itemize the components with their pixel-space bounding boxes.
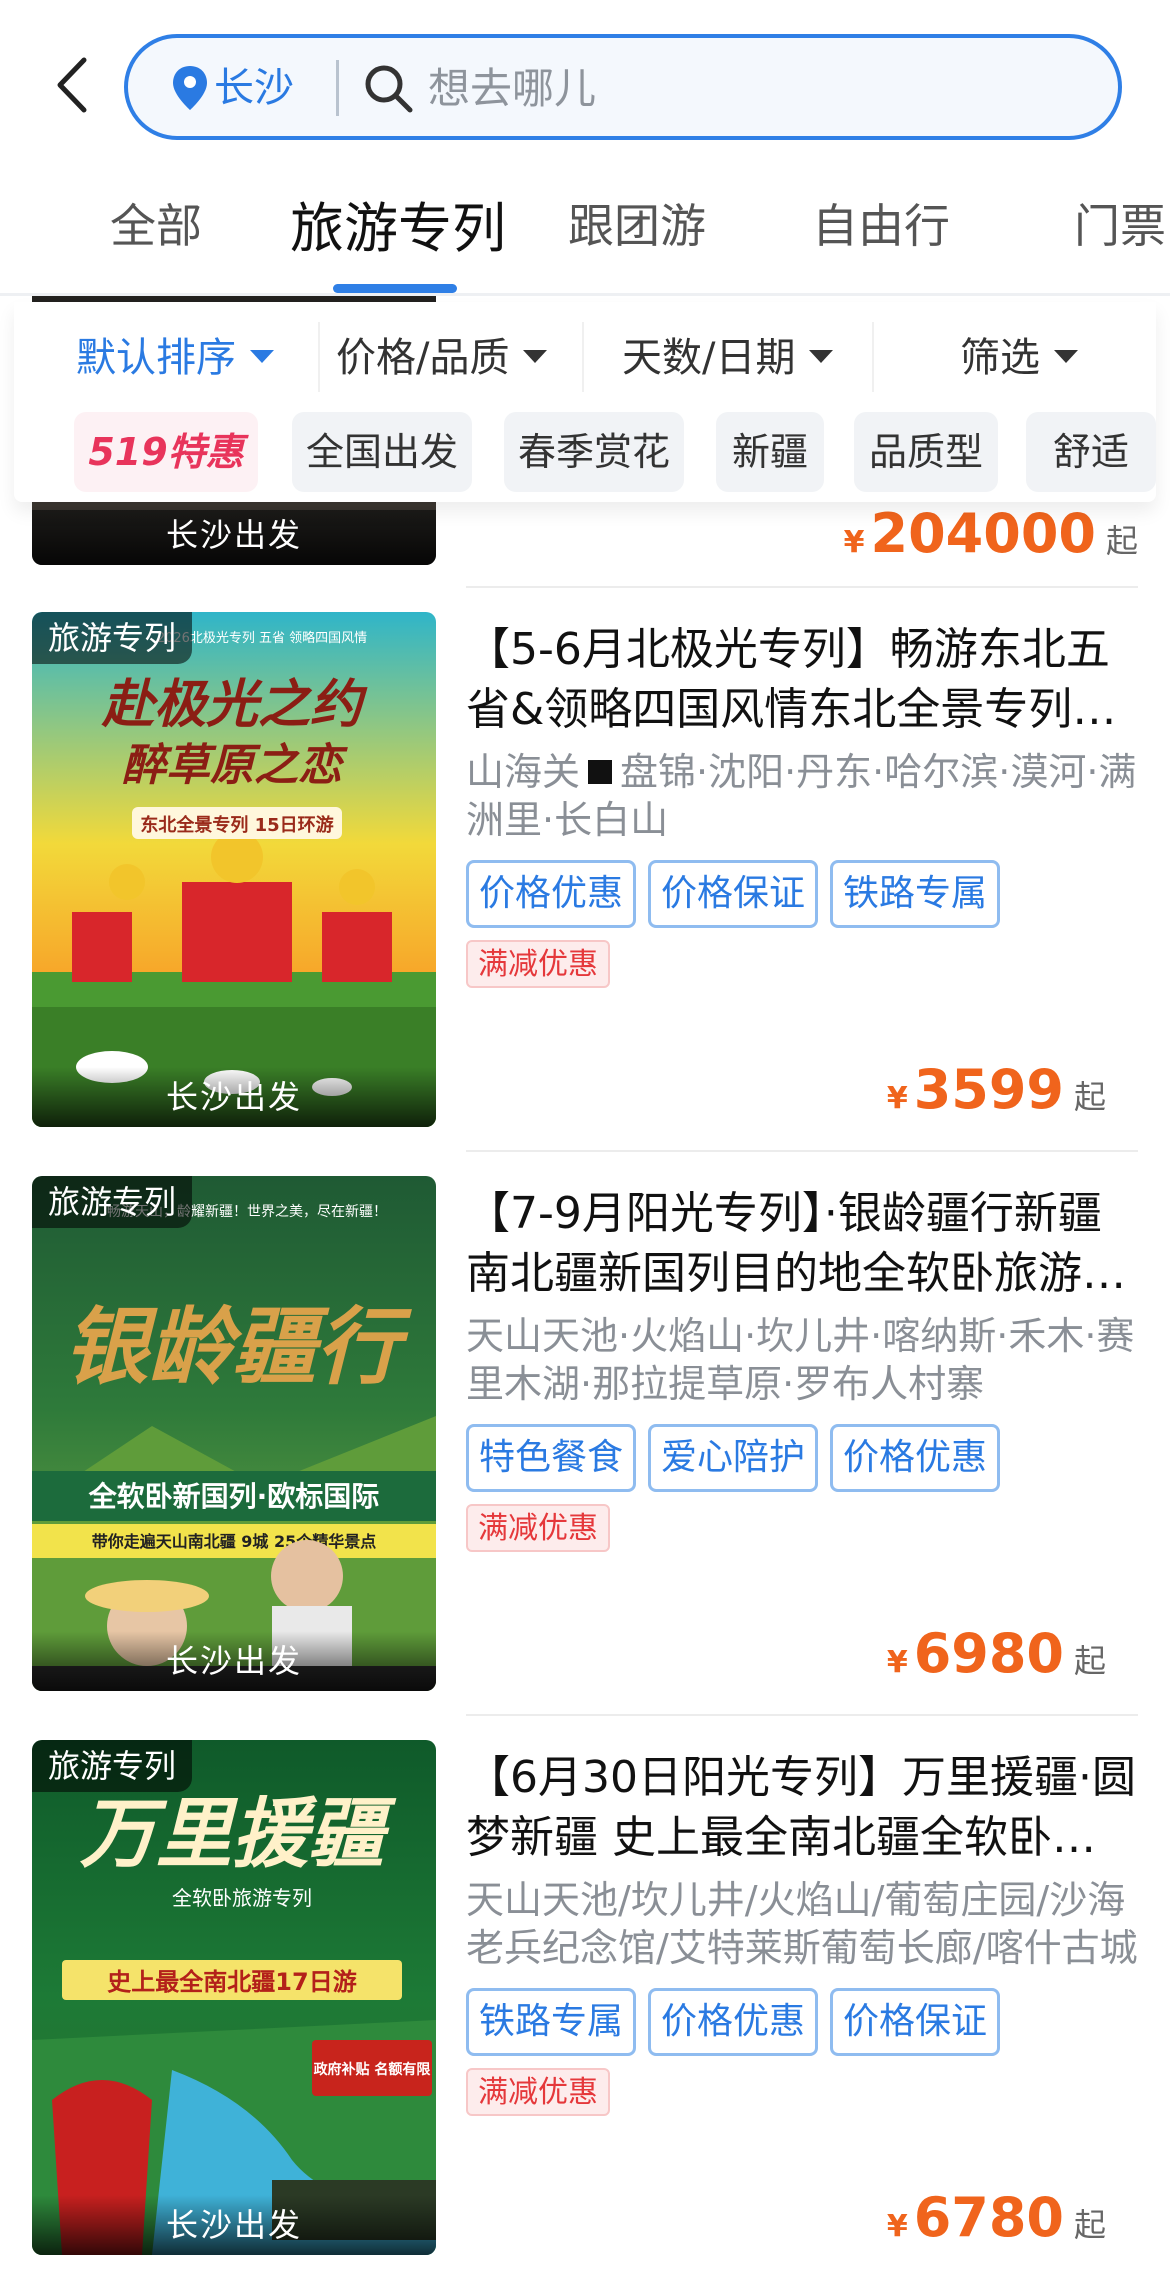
tab-tourist-train[interactable]: 旅游专列 xyxy=(290,184,506,263)
price-prev: ¥204000 起 xyxy=(843,502,1138,565)
svg-text:全软卧旅游专列: 全软卧旅游专列 xyxy=(172,1886,312,1910)
price: ¥3599 起 xyxy=(886,1058,1106,1121)
feature-badge: 铁路专属 xyxy=(830,860,1001,928)
product-title: 【6月30日阳光专列】万里援疆·圆梦新疆 史上最全南北疆全软卧旅游专列 xyxy=(466,1752,1136,1863)
tab-independent-travel[interactable]: 自由行 xyxy=(812,190,950,256)
city-selector[interactable]: 长沙 xyxy=(214,52,294,124)
chevron-left-icon xyxy=(57,57,87,113)
feature-badges: 铁路专属 价格优惠 价格保证 xyxy=(466,1988,1138,2056)
poster-sub-text: 东北全景专列 15日环游 xyxy=(140,814,333,836)
promo-tag: 满减优惠 xyxy=(466,940,610,988)
svg-text:银龄疆行: 银龄疆行 xyxy=(64,1297,412,1396)
product-title: 【7-9月阳光专列】·银龄疆行新疆南北疆新国列目的地全软卧旅游专列 xyxy=(466,1188,1126,1299)
divider xyxy=(466,1714,1138,1716)
caret-down-icon xyxy=(809,349,834,363)
price: ¥6980 起 xyxy=(886,1622,1106,1685)
sort-default[interactable]: 默认排序 xyxy=(76,328,274,388)
product-card[interactable]: 全软卧新国列·欧标国际 带你走遍天山南北疆 9城 25个精华景点 银龄疆行 畅游… xyxy=(0,1176,1170,1741)
location-pin-icon xyxy=(173,66,207,110)
feature-badge: 价格优惠 xyxy=(466,860,637,928)
poster-xinjiang-silver-image: 全软卧新国列·欧标国际 带你走遍天山南北疆 9城 25个精华景点 银龄疆行 畅游… xyxy=(32,1176,436,1691)
search-box[interactable]: 长沙 xyxy=(124,34,1122,140)
svg-text:万里援疆: 万里援疆 xyxy=(79,1789,397,1878)
divider xyxy=(466,1150,1138,1152)
feature-badges: 价格优惠 价格保证 铁路专属 xyxy=(466,860,1138,928)
chip-quality[interactable]: 品质型 xyxy=(854,412,998,492)
depart-label: 长沙出发 xyxy=(32,505,436,565)
top-bar: 长沙 xyxy=(0,0,1170,160)
product-info: 【5-6月北极光专列】畅游东北五省&领略四国风情东北全景专列15日环游 山海关盘… xyxy=(466,612,1138,1127)
chip-spring-flowers[interactable]: 春季赏花 xyxy=(504,412,684,492)
depart-label: 长沙出发 xyxy=(32,1631,436,1691)
search-input[interactable] xyxy=(428,50,1028,126)
product-card[interactable]: 史上最全南北疆17日游 万里援疆 全软卧旅游专列 政府补贴 名额有限 旅游专列 … xyxy=(0,1740,1170,2271)
divider xyxy=(466,586,1138,588)
search-icon xyxy=(365,65,413,113)
active-tab-indicator xyxy=(333,284,457,293)
product-route: 天山天池·火焰山·坎儿井·喀纳斯·禾木·赛里木湖·那拉提草原·罗布人村寨 xyxy=(466,1314,1135,1406)
product-thumbnail: 东北全景专列 15日环游 赴极光之约 醉草原之恋 2026北极光专列 五省 领略… xyxy=(32,612,436,1127)
poster-aurora-image: 东北全景专列 15日环游 赴极光之约 醉草原之恋 2026北极光专列 五省 领略… xyxy=(32,612,436,1127)
caret-down-icon xyxy=(1054,349,1078,363)
feature-badge: 价格保证 xyxy=(648,860,819,928)
product-thumbnail: 史上最全南北疆17日游 万里援疆 全软卧旅游专列 政府补贴 名额有限 旅游专列 … xyxy=(32,1740,436,2255)
depart-label: 长沙出发 xyxy=(32,1067,436,1127)
chip-519-sale[interactable]: 519特惠 xyxy=(74,412,258,492)
chip-nationwide-departure[interactable]: 全国出发 xyxy=(292,412,472,492)
filter-button[interactable]: 筛选 xyxy=(960,328,1078,388)
product-title: 【5-6月北极光专列】畅游东北五省&领略四国风情东北全景专列15日环游 xyxy=(466,624,1129,735)
tab-tickets[interactable]: 门票 xyxy=(1074,190,1166,256)
poster-xinjiang-aid-image: 史上最全南北疆17日游 万里援疆 全软卧旅游专列 政府补贴 名额有限 xyxy=(32,1740,436,2255)
feature-badge: 价格保证 xyxy=(830,1988,1001,2056)
depart-label: 长沙出发 xyxy=(32,2195,436,2255)
feature-badge: 价格优惠 xyxy=(648,1988,819,2056)
product-thumbnail: 全软卧新国列·欧标国际 带你走遍天山南北疆 9城 25个精华景点 银龄疆行 畅游… xyxy=(32,1176,436,1691)
sort-divider xyxy=(872,322,874,392)
svg-text:政府补贴 名额有限: 政府补贴 名额有限 xyxy=(314,2061,431,2078)
category-tabs: 全部 旅游专列 跟团游 自由行 门票 xyxy=(0,160,1170,296)
promo-tag: 满减优惠 xyxy=(466,1504,610,1552)
feature-badge: 价格优惠 xyxy=(830,1424,1001,1492)
filter-bar: 默认排序 价格/品质 天数/日期 筛选 519特惠 全国出发 春季赏花 新疆 品… xyxy=(14,302,1156,502)
price: ¥6780 起 xyxy=(886,2186,1106,2249)
sort-days-date[interactable]: 天数/日期 xyxy=(622,328,834,388)
svg-text:史上最全南北疆17日游: 史上最全南北疆17日游 xyxy=(107,1968,356,1996)
svg-text:全软卧新国列·欧标国际: 全软卧新国列·欧标国际 xyxy=(88,1480,380,1513)
tab-group-tour[interactable]: 跟团游 xyxy=(568,190,706,256)
product-info: 【6月30日阳光专列】万里援疆·圆梦新疆 史上最全南北疆全软卧旅游专列 天山天池… xyxy=(466,1740,1138,2255)
chip-comfort[interactable]: 舒适 xyxy=(1026,412,1156,492)
sort-price-quality[interactable]: 价格/品质 xyxy=(336,328,548,388)
sort-divider xyxy=(318,322,320,392)
product-card[interactable]: 东北全景专列 15日环游 赴极光之约 醉草原之恋 2026北极光专列 五省 领略… xyxy=(0,612,1170,1177)
route-black-mark xyxy=(588,759,613,784)
promo-tag: 满减优惠 xyxy=(466,2068,610,2116)
feature-badges: 特色餐食 爱心陪护 价格优惠 xyxy=(466,1424,1138,1492)
category-badge: 旅游专列 xyxy=(32,612,193,664)
sort-divider xyxy=(582,322,584,392)
category-badge: 旅游专列 xyxy=(32,1176,193,1228)
svg-text:醉草原之恋: 醉草原之恋 xyxy=(122,740,348,791)
caret-down-icon xyxy=(523,349,548,363)
chip-xinjiang[interactable]: 新疆 xyxy=(716,412,824,492)
product-info: 【7-9月阳光专列】·银龄疆行新疆南北疆新国列目的地全软卧旅游专列 天山天池·火… xyxy=(466,1176,1138,1691)
svg-text:赴极光之约: 赴极光之约 xyxy=(101,674,368,735)
feature-badge: 爱心陪护 xyxy=(648,1424,819,1492)
feature-badge: 特色餐食 xyxy=(466,1424,637,1492)
category-badge: 旅游专列 xyxy=(32,1740,193,1792)
product-route: 山海关 盘锦·沈阳·丹东·哈尔滨·漠河·满洲里·长白山 xyxy=(466,750,1137,842)
search-separator xyxy=(336,60,339,116)
back-button[interactable] xyxy=(48,52,98,118)
svg-text:带你走遍天山南北疆 9城 25个精华景点: 带你走遍天山南北疆 9城 25个精华景点 xyxy=(92,1532,377,1551)
caret-down-icon xyxy=(250,349,274,363)
tab-all[interactable]: 全部 xyxy=(110,190,202,256)
product-route: 天山天池/坎儿井/火焰山/葡萄庄园/沙海老兵纪念馆/艾特莱斯葡萄长廊/喀什古城 xyxy=(466,1878,1138,1970)
feature-badge: 铁路专属 xyxy=(466,1988,637,2056)
